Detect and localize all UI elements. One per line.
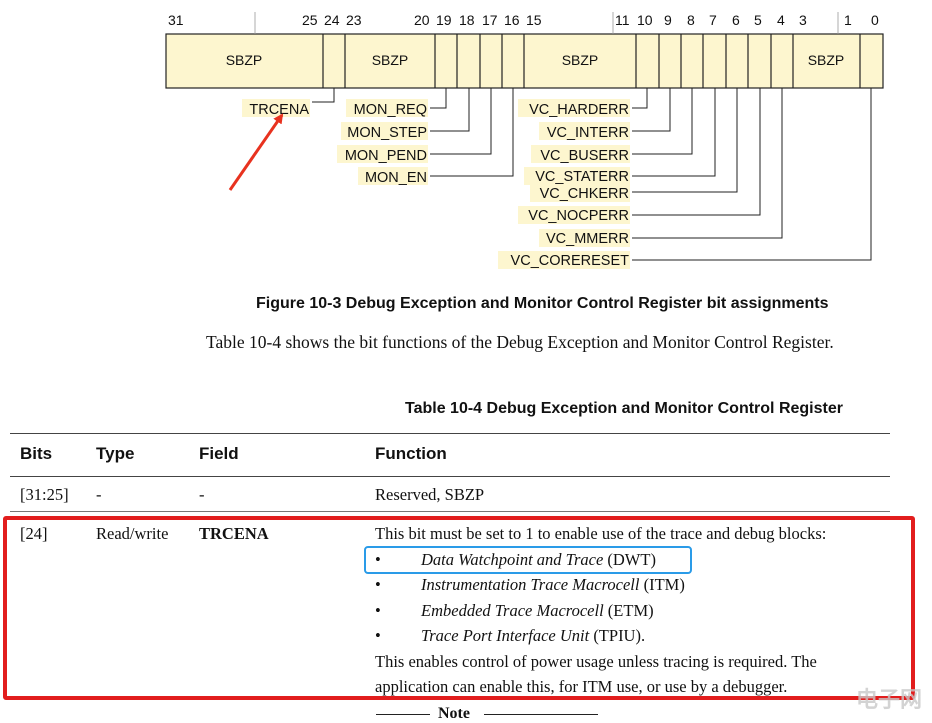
bit-number: 4 (777, 12, 785, 28)
table-header-row: Bits Type Field Function (10, 433, 890, 477)
bit-number: 10 (637, 12, 653, 28)
label-mon-pend: MON_PEND (345, 148, 427, 164)
cell-field: - (189, 476, 365, 512)
right-leader-lines (632, 88, 872, 261)
cell-function: Reserved, SBZP (365, 476, 890, 512)
cell-type: - (86, 476, 189, 512)
field-sbzp-3-1: SBZP (808, 52, 845, 68)
header-bits: Bits (10, 433, 86, 477)
bit-number: 7 (709, 12, 717, 28)
table-caption: Table 10-4 Debug Exception and Monitor C… (405, 400, 843, 417)
bit-ticks (254, 12, 839, 34)
label-mon-req: MON_REQ (354, 102, 427, 118)
register-bit-diagram: SBZP SBZP SBZP SBZP 31 25 24 23 20 19 18… (165, 12, 884, 269)
label-vc-corereset: VC_CORERESET (511, 253, 630, 269)
table-row: [31:25] - - Reserved, SBZP (10, 476, 890, 512)
bit-number: 19 (436, 12, 452, 28)
label-vc-harderr: VC_HARDERR (529, 102, 629, 118)
label-vc-mmerr: VC_MMERR (546, 231, 629, 247)
bit-number: 15 (526, 12, 542, 28)
bit-number: 9 (664, 12, 672, 28)
cell-bits: [31:25] (10, 476, 86, 512)
bit-number: 25 (302, 12, 318, 28)
header-type: Type (86, 433, 189, 477)
bit-number: 31 (168, 12, 184, 28)
figure-caption: Figure 10-3 Debug Exception and Monitor … (256, 295, 829, 312)
header-field: Field (189, 433, 365, 477)
field-sbzp-31-25: SBZP (226, 52, 263, 68)
bit-number: 16 (504, 12, 520, 28)
bit-number: 1 (844, 12, 852, 28)
label-vc-staterr: VC_STATERR (535, 169, 629, 185)
bit-number: 8 (687, 12, 695, 28)
bit-number: 11 (615, 12, 630, 28)
header-function: Function (365, 433, 890, 477)
bit-number: 3 (799, 12, 807, 28)
label-vc-nocperr: VC_NOCPERR (528, 208, 629, 224)
field-sbzp-15-11: SBZP (562, 52, 599, 68)
intro-paragraph: Table 10-4 shows the bit functions of th… (206, 332, 834, 352)
red-highlight-box (3, 516, 915, 700)
label-vc-interr: VC_INTERR (547, 125, 629, 141)
watermark: 电子网 (855, 687, 922, 712)
bit-number: 17 (482, 12, 498, 28)
label-vc-buserr: VC_BUSERR (540, 148, 629, 164)
label-mon-en: MON_EN (365, 170, 427, 186)
annotation-arrow (228, 113, 284, 191)
label-mon-step: MON_STEP (347, 125, 427, 141)
label-trcena: TRCENA (249, 102, 309, 118)
bit-number: 23 (346, 12, 362, 28)
blue-highlight-box (364, 546, 692, 574)
bit-number: 20 (414, 12, 430, 28)
label-vc-chkerr: VC_CHKERR (540, 186, 629, 202)
bit-number: 18 (459, 12, 475, 28)
bit-number: 24 (324, 12, 340, 28)
bit-number: 5 (754, 12, 762, 28)
bit-number: 0 (871, 12, 879, 28)
bit-number: 6 (732, 12, 740, 28)
note-heading: Note (376, 705, 598, 723)
field-sbzp-23-20: SBZP (372, 52, 409, 68)
